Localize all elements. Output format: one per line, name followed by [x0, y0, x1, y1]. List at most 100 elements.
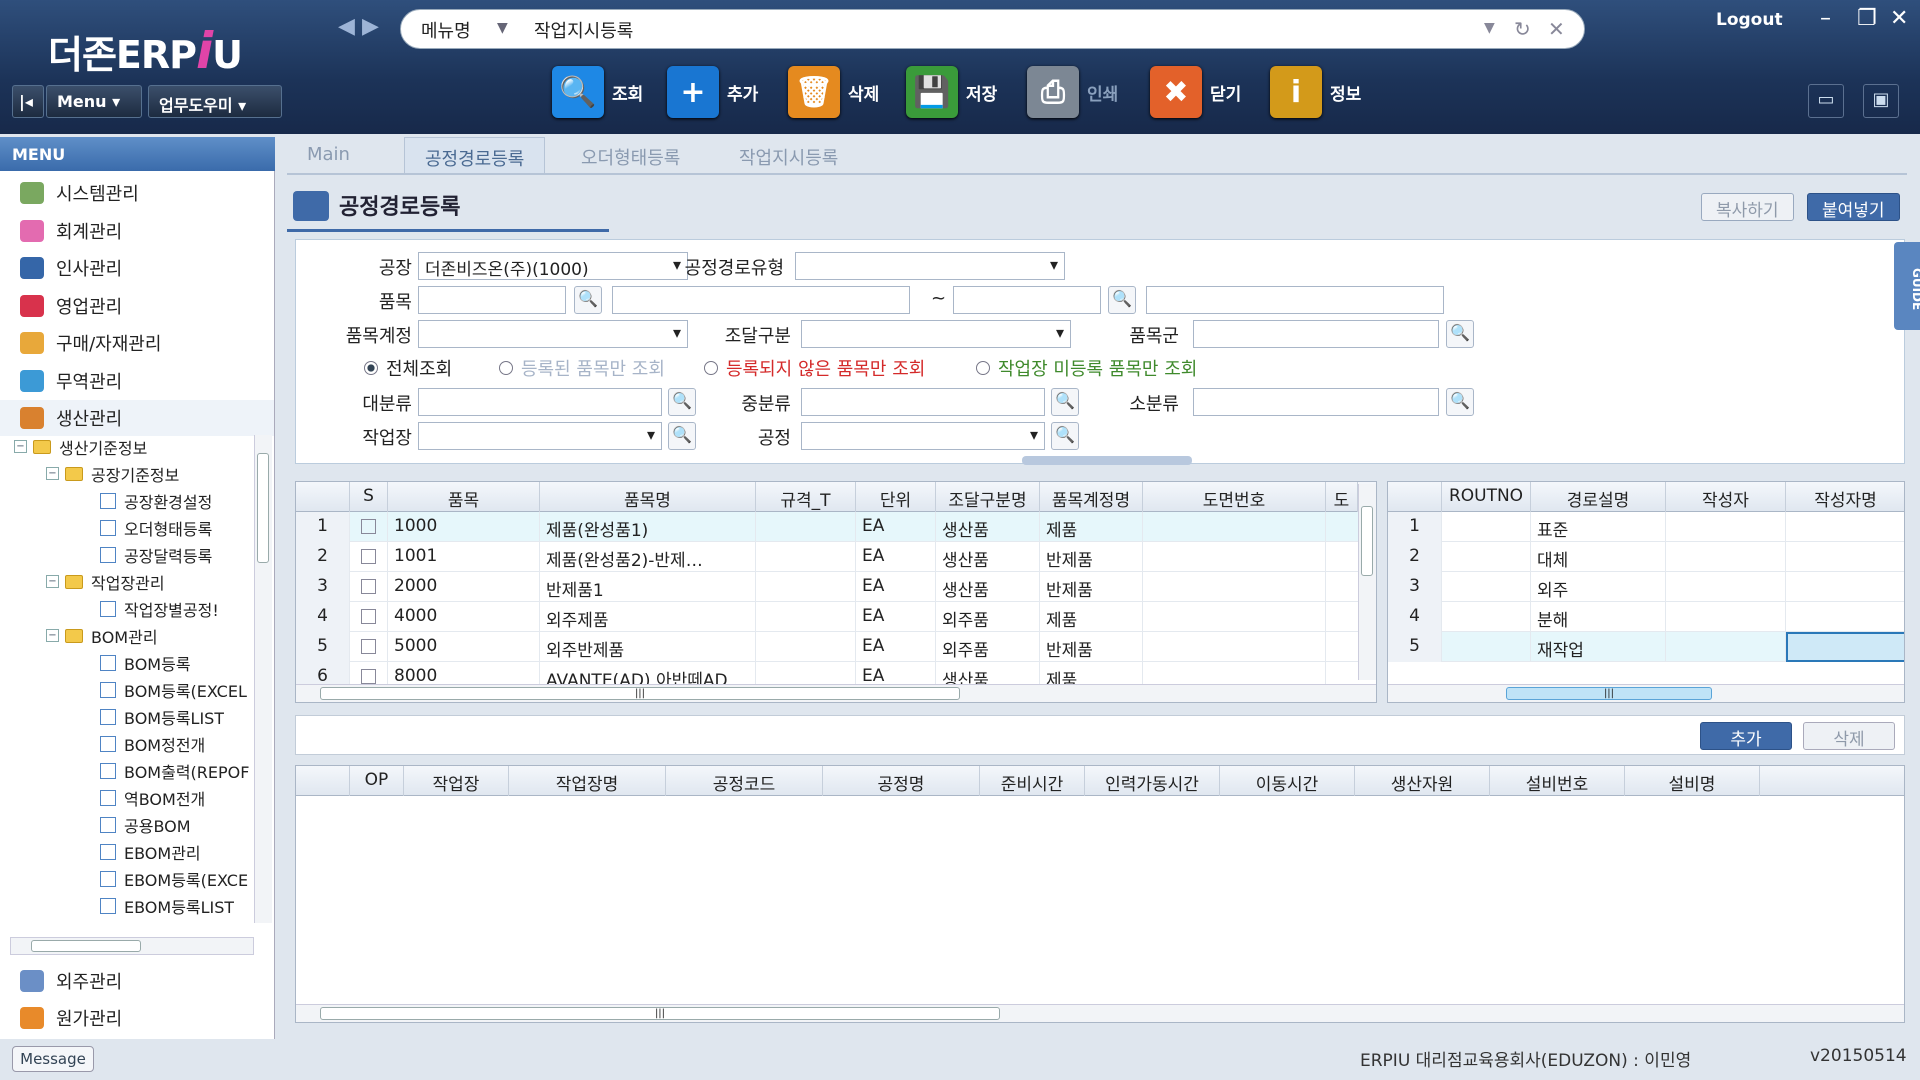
detail-grid-header[interactable]: 이동시간: [1220, 766, 1355, 796]
add-route-button[interactable]: 추가: [1700, 722, 1792, 750]
radio-icon[interactable]: [976, 361, 990, 375]
tab-1[interactable]: 공정경로등록: [404, 137, 546, 173]
radio-icon[interactable]: [364, 361, 378, 375]
tab-2[interactable]: 오더형태등록: [561, 137, 700, 173]
detail-grid-header[interactable]: OP: [350, 766, 404, 796]
item-grid-header[interactable]: 도면번호: [1143, 482, 1326, 512]
table-row[interactable]: 1 표준: [1388, 512, 1904, 542]
tree-vertical-scrollbar[interactable]: [254, 435, 272, 923]
sidebar-module[interactable]: 무역관리: [20, 363, 122, 399]
process-select[interactable]: [801, 422, 1045, 450]
table-cell[interactable]: [1786, 572, 1904, 602]
detail-grid-header[interactable]: 인력가동시간: [1085, 766, 1220, 796]
tree-item[interactable]: 작업장별공정!: [100, 595, 219, 622]
procure-select[interactable]: [801, 320, 1071, 348]
filter-radio-0[interactable]: 전체조회: [364, 355, 452, 381]
detail-grid-header[interactable]: 설비명: [1625, 766, 1760, 796]
logout-link[interactable]: Logout: [1716, 10, 1783, 30]
item-grid-vertical-scrollbar[interactable]: [1358, 484, 1376, 680]
row-checkbox[interactable]: [350, 542, 388, 572]
guide-tab[interactable]: GUIDE: [1894, 242, 1920, 330]
route-grid-horizontal-scrollbar[interactable]: |||: [1388, 684, 1904, 702]
item-from-code[interactable]: [418, 286, 566, 314]
trash-button[interactable]: 🗑 삭제: [788, 64, 879, 120]
delete-route-button[interactable]: 삭제: [1803, 722, 1895, 750]
tab-0[interactable]: Main: [287, 137, 370, 173]
filter-radio-1[interactable]: 등록된 품목만 조회: [499, 355, 665, 381]
table-cell[interactable]: [1786, 632, 1904, 662]
tree-item[interactable]: BOM등록: [100, 649, 191, 676]
tree-item[interactable]: EBOM관리: [100, 838, 201, 865]
minor-class-search-icon[interactable]: 🔍: [1446, 388, 1474, 416]
collapse-icon[interactable]: −: [46, 575, 59, 588]
item-grid-horizontal-scrollbar[interactable]: |||: [296, 684, 1376, 702]
table-cell[interactable]: [1786, 512, 1904, 542]
save-button[interactable]: 💾 저장: [906, 64, 997, 120]
back-arrow-icon[interactable]: ◀: [338, 14, 360, 44]
detail-grid-header[interactable]: 생산자원: [1355, 766, 1490, 796]
sidebar-module[interactable]: 외주관리: [20, 963, 122, 999]
collapse-handle[interactable]: [1022, 456, 1192, 465]
item-grid-header[interactable]: 조달구분명: [936, 482, 1040, 512]
table-row[interactable]: 3 2000 반제품1 EA 생산품 반제품: [296, 572, 1358, 602]
item-grid-header[interactable]: 품목계정명: [1040, 482, 1143, 512]
dropdown-icon[interactable]: ▼: [1484, 20, 1495, 36]
fullscreen-icon[interactable]: ▣: [1863, 84, 1899, 118]
tree-item[interactable]: EBOM변경등록: [100, 919, 230, 923]
collapse-icon[interactable]: −: [14, 440, 27, 453]
minimize-icon[interactable]: –: [1820, 6, 1831, 31]
close-button[interactable]: ✖ 닫기: [1150, 64, 1241, 120]
print-button[interactable]: ⎙ 인쇄: [1027, 64, 1118, 120]
helper-button[interactable]: 업무도우미 ▾: [148, 85, 282, 118]
sidebar-toggle-icon[interactable]: |◂: [12, 85, 44, 118]
plus-button[interactable]: + 추가: [667, 64, 758, 120]
item-grid-header[interactable]: 규격_T: [756, 482, 856, 512]
tree-item[interactable]: EBOM등록(EXCE: [100, 865, 248, 892]
radio-icon[interactable]: [499, 361, 513, 375]
detail-grid-header[interactable]: 설비번호: [1490, 766, 1625, 796]
sidebar-module[interactable]: 생산관리: [0, 400, 274, 436]
table-cell[interactable]: [1786, 602, 1904, 632]
radio-icon[interactable]: [704, 361, 718, 375]
row-checkbox[interactable]: [350, 602, 388, 632]
route-grid-header[interactable]: 작성자: [1666, 482, 1786, 512]
clear-icon[interactable]: ✕: [1548, 17, 1565, 41]
filter-radio-2[interactable]: 등록되지 않은 품목만 조회: [704, 355, 925, 381]
tree-item[interactable]: 공용BOM: [100, 811, 191, 838]
sidebar-module[interactable]: 영업관리: [20, 288, 122, 324]
tree-item[interactable]: − 생산기준정보: [14, 433, 147, 460]
item-grid-header[interactable]: 품목명: [540, 482, 756, 512]
row-checkbox[interactable]: [350, 572, 388, 602]
tree-item[interactable]: BOM등록(EXCEL: [100, 676, 247, 703]
search-button[interactable]: 🔍 조회: [552, 64, 643, 120]
copy-button[interactable]: 복사하기: [1701, 193, 1794, 221]
tree-item[interactable]: − BOM관리: [46, 622, 158, 649]
checkbox-icon[interactable]: [361, 519, 376, 534]
table-row[interactable]: 1 1000 제품(완성품1) EA 생산품 제품: [296, 512, 1358, 542]
refresh-icon[interactable]: ↻: [1514, 17, 1531, 41]
table-row[interactable]: 3 외주: [1388, 572, 1904, 602]
item-group-search-icon[interactable]: 🔍: [1446, 320, 1474, 348]
sidebar-module[interactable]: 회계관리: [20, 213, 122, 249]
detail-grid-header[interactable]: 작업장: [404, 766, 509, 796]
forward-arrow-icon[interactable]: ▶: [362, 14, 384, 44]
item-account-select[interactable]: [418, 320, 688, 348]
tree-item[interactable]: EBOM등록LIST: [100, 892, 234, 919]
route-grid-header[interactable]: 작성자명: [1786, 482, 1904, 512]
checkbox-icon[interactable]: [361, 669, 376, 684]
checkbox-icon[interactable]: [361, 609, 376, 624]
item-grid-header[interactable]: 품목: [388, 482, 540, 512]
item-grid-header[interactable]: 도: [1326, 482, 1358, 512]
detail-grid-horizontal-scrollbar[interactable]: |||: [296, 1004, 1904, 1022]
process-search-icon[interactable]: 🔍: [1051, 422, 1079, 450]
menu-search-box[interactable]: 메뉴명 ▼ 작업지시등록 ▼ ↻ ✕: [400, 9, 1585, 49]
sidebar-module[interactable]: 원가관리: [20, 1000, 122, 1036]
table-row[interactable]: 4 분해: [1388, 602, 1904, 632]
item-group-input[interactable]: [1193, 320, 1439, 348]
tree-item[interactable]: 오더형태등록: [100, 514, 212, 541]
menu-search-input[interactable]: 작업지시등록: [534, 17, 633, 43]
tree-item[interactable]: BOM등록LIST: [100, 703, 224, 730]
route-grid-header[interactable]: 경로설명: [1531, 482, 1666, 512]
tree-item[interactable]: BOM출력(REPOF: [100, 757, 249, 784]
table-row[interactable]: 2 1001 제품(완성품2)-반제… EA 생산품 반제품: [296, 542, 1358, 572]
